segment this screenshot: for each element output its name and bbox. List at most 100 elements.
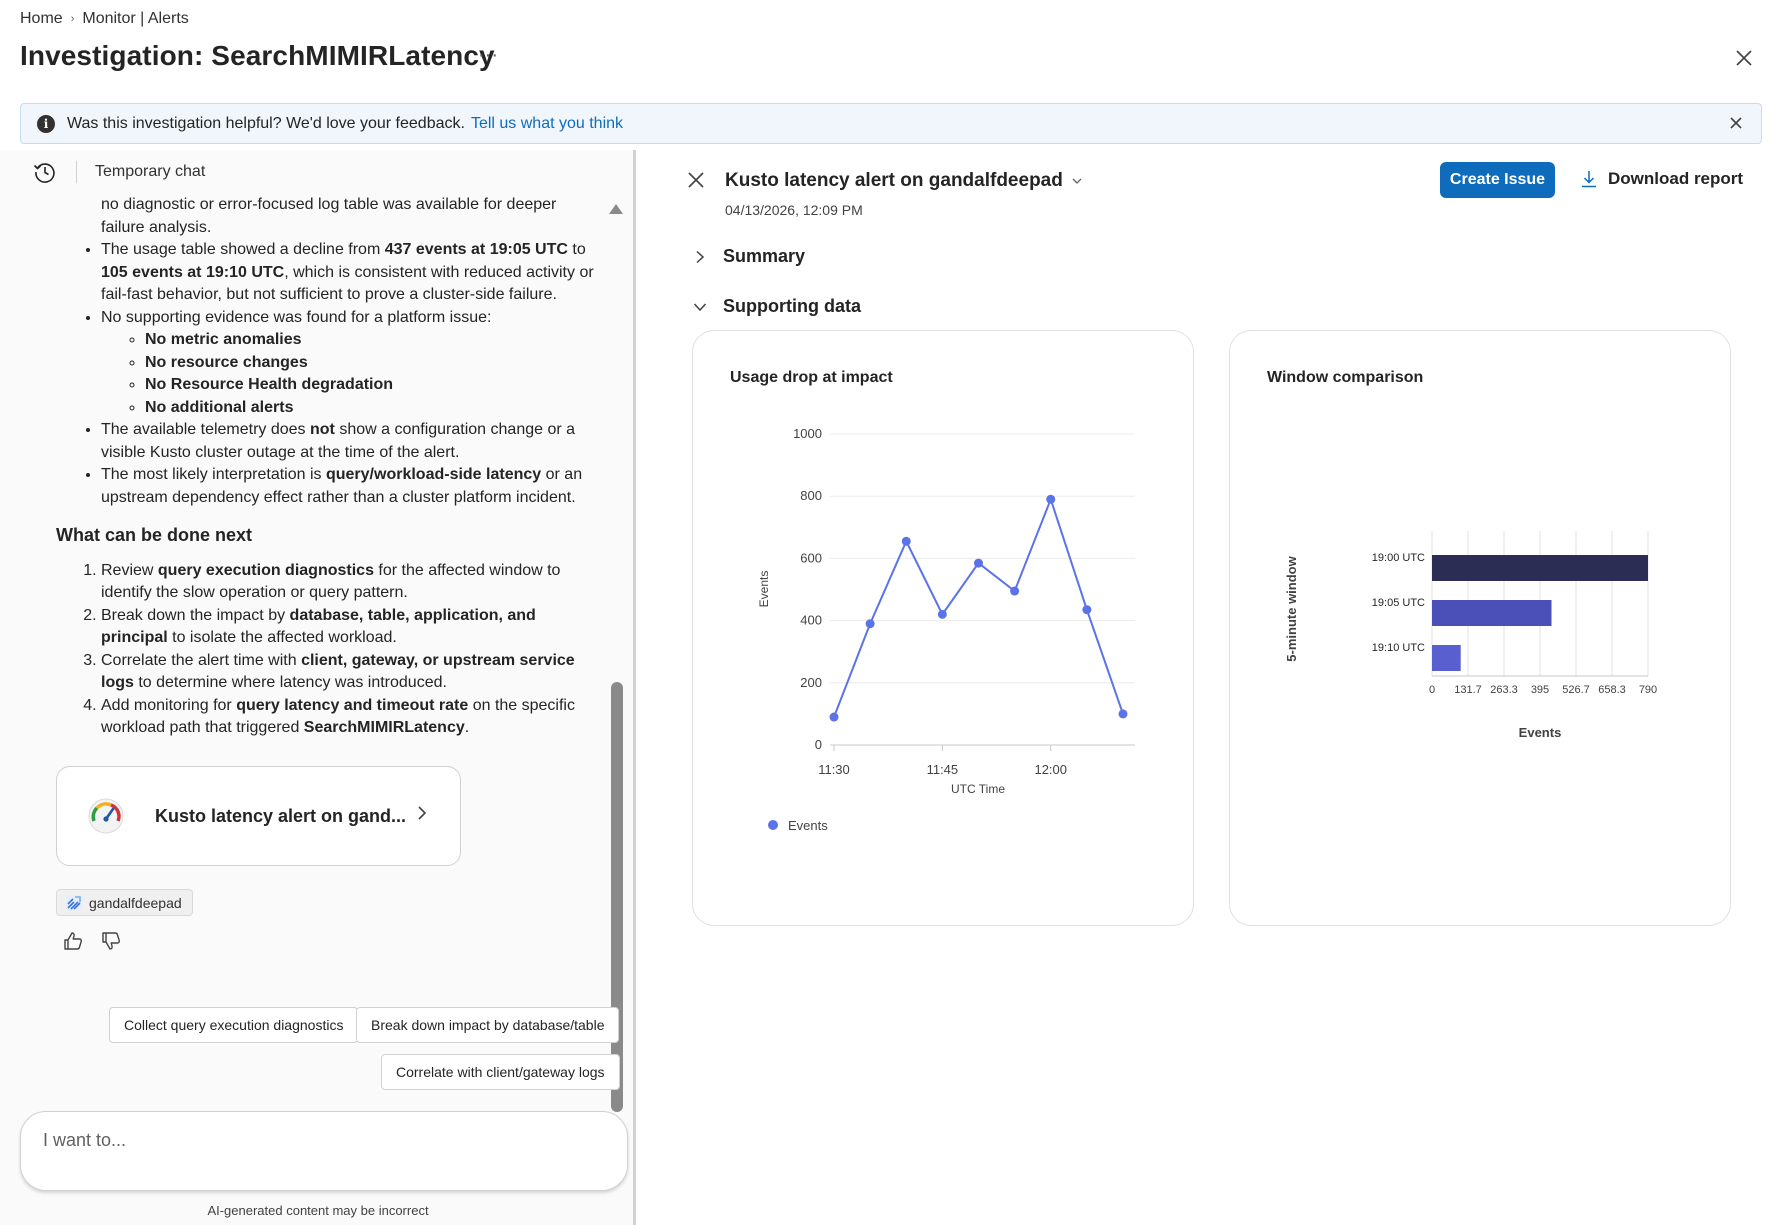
detail-title-text: Kusto latency alert on gandalfdeepad <box>725 170 1063 191</box>
text: to isolate the affected workload. <box>167 629 397 646</box>
chat-input-box[interactable] <box>20 1111 628 1191</box>
bar <box>1432 645 1461 671</box>
text: Correlate the alert time with <box>101 651 302 669</box>
legend-marker <box>768 820 778 830</box>
next-steps-list: Review query execution diagnostics for t… <box>56 560 596 740</box>
usage-drop-chart-card: Usage drop at impact 0 200 400 600 800 1000 11… <box>692 330 1194 926</box>
close-banner-icon[interactable] <box>1729 116 1743 130</box>
list-item: Correlate the alert time with client, ga… <box>101 650 596 695</box>
data-point <box>1010 586 1020 596</box>
text: . <box>464 719 470 736</box>
breadcrumb-monitor-alerts[interactable]: Monitor | Alerts <box>82 10 188 28</box>
feedback-text: Was this investigation helpful? We'd lov… <box>67 114 465 132</box>
y-tick-label: 19:10 UTC <box>1372 642 1425 654</box>
resource-chip[interactable]: gandalfdeepad <box>56 889 193 916</box>
breadcrumb-home[interactable]: Home <box>20 10 63 28</box>
create-issue-button[interactable]: Create Issue <box>1440 162 1555 198</box>
detail-title[interactable]: Kusto latency alert on gandalfdeepad <box>725 170 1083 192</box>
list-item: Break down the impact by database, table… <box>101 605 596 650</box>
sub-list: No metric anomalies No resource changes … <box>101 329 596 419</box>
x-axis-label: UTC Time <box>951 782 1005 796</box>
scrollbar-thumb[interactable] <box>611 682 623 1112</box>
x-tick-label: 790 <box>1639 684 1657 696</box>
bar <box>1432 600 1552 626</box>
history-icon[interactable] <box>32 159 58 185</box>
suggestion-correlate-logs[interactable]: Correlate with client/gateway logs <box>381 1054 620 1090</box>
text: The usage table showed a decline from <box>101 241 385 258</box>
close-icon[interactable] <box>1730 44 1758 72</box>
text-bold: 105 events at 19:10 UTC <box>101 263 285 281</box>
download-report-label: Download report <box>1608 169 1744 188</box>
text-bold: query latency and timeout rate <box>236 696 469 714</box>
chat-input[interactable] <box>43 1130 603 1151</box>
x-axis-label: Events <box>1519 725 1562 740</box>
download-report-button[interactable]: Download report <box>1580 169 1743 189</box>
text-bold: not <box>310 421 335 438</box>
text: No supporting evidence was found for a p… <box>101 308 492 326</box>
detail-date: 04/13/2026, 12:09 PM <box>725 202 863 218</box>
y-tick-label: 600 <box>800 550 822 565</box>
y-axis-label: 5-minute window <box>1284 555 1299 661</box>
chat-header: Temporary chat <box>32 158 205 186</box>
x-tick-label: 263.3 <box>1490 684 1518 696</box>
x-tick-label: 658.3 <box>1598 684 1626 696</box>
x-tick-label: 0 <box>1429 684 1435 696</box>
ai-disclaimer: AI-generated content may be incorrect <box>207 1203 429 1218</box>
scroll-up-arrow[interactable] <box>609 204 623 214</box>
feedback-link[interactable]: Tell us what you think <box>471 115 623 133</box>
data-point <box>1082 605 1092 615</box>
y-axis-label: Events <box>757 571 771 608</box>
findings-list: The usage table showed a decline from 43… <box>56 239 596 509</box>
list-item: No Resource Health degradation <box>145 374 596 397</box>
text: Review <box>101 561 158 579</box>
list-item: The available telemetry does not show a … <box>101 419 596 464</box>
page-title: Investigation: SearchMIMIRLatency <box>20 40 495 71</box>
feedback-buttons <box>62 930 122 952</box>
data-point <box>829 712 839 722</box>
thumbs-up-icon[interactable] <box>62 930 84 952</box>
text-bold: No resource changes <box>145 353 308 371</box>
chevron-down-icon <box>1072 178 1082 184</box>
y-tick-label: 800 <box>800 488 822 503</box>
x-tick-label: 131.7 <box>1454 684 1482 696</box>
window-comparison-chart-card: Window comparison 0 131.7 263.3 395 526.7 658… <box>1229 330 1731 926</box>
gauge-icon <box>88 798 124 834</box>
suggestion-collect-diagnostics[interactable]: Collect query execution diagnostics <box>109 1007 359 1043</box>
suggestion-break-down-impact[interactable]: Break down impact by database/table <box>356 1007 620 1043</box>
alert-card[interactable]: Kusto latency alert on gand... <box>56 766 461 866</box>
kusto-cluster-icon <box>66 894 82 911</box>
next-steps-heading: What can be done next <box>56 525 253 545</box>
page-header: Home › Monitor | Alerts Investigation: S… <box>0 0 1771 98</box>
list-item: No additional alerts <box>145 397 596 420</box>
list-item: No metric anomalies <box>145 329 596 352</box>
y-tick-label: 19:05 UTC <box>1372 597 1425 609</box>
list-item: No supporting evidence was found for a p… <box>101 307 596 420</box>
window-comparison-bar-chart: 0 131.7 263.3 395 526.7 658.3 790 19:00 UTC 19:0… <box>1284 531 1657 740</box>
thumbs-down-icon[interactable] <box>100 930 122 952</box>
feedback-banner: i Was this investigation helpful? We'd l… <box>20 103 1762 144</box>
text: Break down the impact by <box>101 606 290 624</box>
data-point <box>1046 494 1056 504</box>
text-bold: No additional alerts <box>145 398 294 416</box>
y-tick-label: 19:00 UTC <box>1372 552 1425 564</box>
x-tick-label: 395 <box>1531 684 1549 696</box>
x-tick-label: 11:45 <box>927 762 959 777</box>
temporary-chat-label: Temporary chat <box>95 163 206 180</box>
text-bold: No Resource Health degradation <box>145 376 394 393</box>
resource-chip-label: gandalfdeepad <box>89 894 182 911</box>
text-bold: query/workload-side latency <box>325 466 542 483</box>
chat-message: no diagnostic or error-focused log table… <box>56 194 596 740</box>
data-point <box>901 536 911 546</box>
detail-panel: Kusto latency alert on gandalfdeepad 04/… <box>639 150 1771 1225</box>
text: Add monitoring for <box>101 696 237 714</box>
download-icon <box>1582 171 1596 188</box>
close-detail-icon[interactable] <box>687 171 705 189</box>
events-series-line <box>833 496 1124 718</box>
summary-section-toggle[interactable]: Summary <box>693 246 805 267</box>
more-options-icon[interactable]: ··· <box>478 44 498 67</box>
x-tick-label: 11:30 <box>818 762 850 777</box>
x-tick-label: 526.7 <box>1562 684 1590 696</box>
supporting-data-section-toggle[interactable]: Supporting data <box>693 296 861 317</box>
chevron-down-icon <box>693 302 707 311</box>
bar <box>1432 555 1648 581</box>
